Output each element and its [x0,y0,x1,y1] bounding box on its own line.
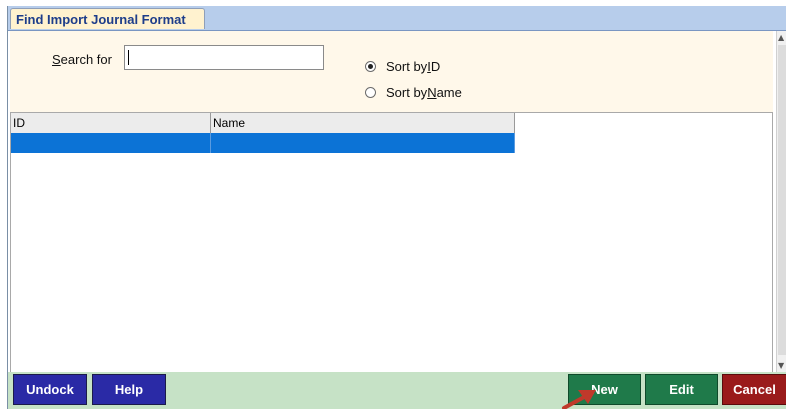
grid-header: ID Name [11,113,515,134]
cancel-button[interactable]: Cancel [722,374,786,405]
cell-id[interactable] [11,133,211,153]
radio-selected-icon[interactable] [365,60,376,72]
search-for-label: Search for [52,52,112,67]
text-caret [128,50,129,65]
find-import-journal-format-window: Find Import Journal Format Search for So… [7,6,786,409]
title-bar: Find Import Journal Format [8,6,786,31]
cell-name[interactable] [211,133,515,153]
edit-button[interactable]: Edit [645,374,718,405]
tab-find-import-journal-format[interactable]: Find Import Journal Format [10,8,205,29]
annotation-arrow-icon [562,390,596,409]
sort-by-id-radio[interactable]: Sort by ID [365,57,440,75]
sort-by-name-prefix: Sort by [386,84,428,100]
sort-by-id-suffix: D [430,58,441,74]
sort-by-name-suffix: ame [436,84,462,100]
scrollbar-thumb[interactable] [778,45,786,355]
help-button[interactable]: Help [92,374,166,405]
radio-unselected-icon[interactable] [365,86,376,98]
results-grid[interactable]: ID Name [10,112,773,374]
sort-by-id-prefix: Sort by [386,58,428,74]
table-row[interactable] [11,133,515,153]
search-label-accesskey: S [52,52,61,67]
search-panel: Search for Sort by ID Sort by Name [10,31,773,116]
scroll-up-icon[interactable]: ▲ [778,33,784,43]
scroll-down-icon[interactable]: ▼ [778,361,784,371]
vertical-scrollbar[interactable]: ▲ ▼ [776,31,786,375]
sort-by-name-accesskey: N [427,84,437,100]
search-label-rest: earch for [60,52,112,67]
undock-button[interactable]: Undock [13,374,87,405]
sort-by-name-radio[interactable]: Sort by Name [365,83,462,101]
column-header-name[interactable]: Name [211,113,515,133]
column-header-id[interactable]: ID [11,113,211,133]
button-bar: Undock Help New Edit Cancel [8,372,786,409]
search-input[interactable] [124,45,324,70]
